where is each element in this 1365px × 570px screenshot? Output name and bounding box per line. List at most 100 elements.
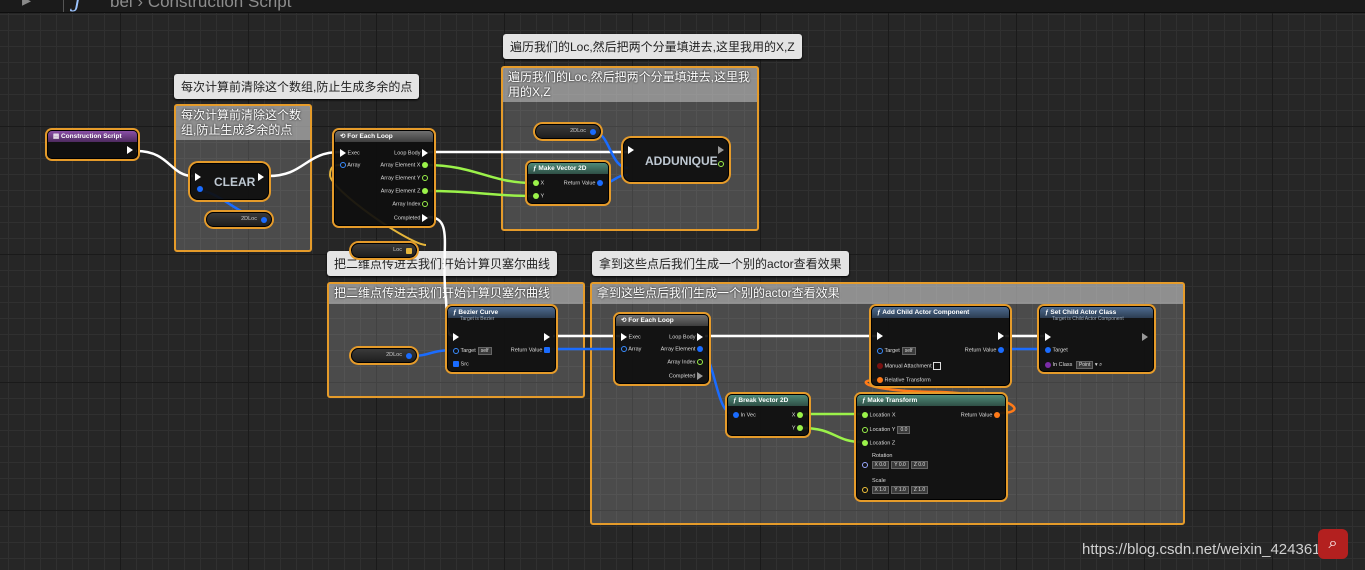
exec-out-pin[interactable] — [697, 372, 703, 380]
exec-out-pin[interactable] — [1142, 333, 1148, 341]
exec-out-pin[interactable] — [544, 333, 550, 341]
exec-out-pin[interactable] — [258, 173, 264, 181]
array-in-pin[interactable] — [340, 162, 346, 168]
float-out-pin[interactable] — [422, 162, 428, 168]
manual-attachment-checkbox[interactable] — [933, 362, 942, 370]
float-out-pin[interactable] — [422, 175, 428, 181]
location-y-input[interactable]: 0.0 — [897, 426, 911, 434]
vector-out-pin[interactable] — [697, 346, 703, 352]
float-out-pin[interactable] — [797, 425, 803, 431]
float-in-pin[interactable] — [862, 440, 868, 446]
vector-out-pin[interactable] — [406, 353, 412, 359]
array-out-pin[interactable] — [406, 248, 412, 254]
vector-out-pin[interactable] — [597, 180, 603, 186]
float-out-pin[interactable] — [422, 188, 428, 194]
exec-out-pin[interactable] — [422, 149, 428, 157]
rotation-z-input[interactable]: Z 0.0 — [910, 461, 929, 469]
variable-loc[interactable]: Loc — [351, 243, 417, 258]
node-add-child-actor-component[interactable]: ƒ Add Child Actor Component Target self R… — [871, 306, 1010, 386]
exec-in-pin[interactable] — [453, 333, 459, 341]
variable-2dloc[interactable]: 2DLoc — [206, 212, 272, 227]
node-break-vector-2d[interactable]: ƒ Break Vector 2D In Vec X Y — [727, 394, 809, 436]
pin-label: X — [540, 180, 545, 187]
target-value: self — [477, 347, 492, 355]
node-addunique[interactable]: ADDUNIQUE — [623, 138, 729, 182]
rotation-y-input[interactable]: Y 0.0 — [891, 461, 909, 469]
pin-label: Target — [460, 348, 476, 354]
scale-x-input[interactable]: X 1.0 — [871, 486, 890, 494]
float-out-pin[interactable] — [797, 412, 803, 418]
pin-label: Target — [1052, 347, 1068, 354]
int-out-pin[interactable] — [422, 201, 428, 207]
vector-in-pin[interactable] — [733, 412, 739, 418]
rotator-in-pin[interactable] — [862, 461, 868, 468]
bool-in-pin[interactable] — [877, 363, 883, 369]
int-out-pin[interactable] — [697, 359, 703, 365]
transform-in-pin[interactable] — [877, 377, 883, 383]
node-for-each-loop[interactable]: ⟲ For Each Loop Exec Array Loop Body Arr… — [334, 130, 434, 226]
exec-in-pin[interactable] — [877, 332, 883, 340]
axis-label: Y — [894, 462, 898, 468]
class-in-pin[interactable] — [1045, 361, 1051, 368]
scale-z-input[interactable]: Z 1.0 — [910, 486, 929, 494]
exec-in-pin[interactable] — [195, 173, 201, 181]
pin-label: Return Value — [960, 412, 993, 419]
node-construction-script[interactable]: ▤ Construction Script — [47, 130, 138, 159]
pin-label: Array — [347, 162, 361, 169]
node-for-each-loop[interactable]: ⟲ For Each Loop Exec Array Loop Body Arr… — [615, 314, 709, 384]
object-in-pin[interactable] — [877, 347, 883, 354]
exec-out-pin[interactable] — [697, 333, 703, 341]
vector-in-pin[interactable] — [862, 486, 868, 493]
node-clear[interactable]: CLEAR — [190, 163, 269, 200]
exec-in-pin[interactable] — [621, 333, 627, 341]
exec-wire — [135, 149, 194, 178]
exec-out-pin[interactable] — [127, 146, 133, 154]
exec-in-pin[interactable] — [628, 146, 634, 154]
exec-out-pin[interactable] — [422, 214, 428, 222]
in-class-select[interactable]: Point — [1075, 361, 1094, 369]
object-out-pin[interactable] — [998, 347, 1004, 353]
pin-label: Loop Body — [394, 150, 421, 157]
node-make-transform[interactable]: ƒ Make Transform Location X Return Value… — [856, 394, 1006, 500]
float-in-pin[interactable] — [533, 193, 539, 199]
pin-label: Scale — [872, 478, 886, 484]
browse-icon[interactable]: ⌕ — [1099, 362, 1102, 368]
array-in-pin[interactable] — [453, 361, 459, 367]
node-title: Add Child Actor Component — [882, 309, 970, 316]
vector-out-pin[interactable] — [261, 217, 267, 223]
int-out-pin[interactable] — [718, 161, 724, 167]
vector-out-pin[interactable] — [590, 129, 596, 135]
pin-label: Return Value — [563, 180, 596, 187]
search-icon[interactable]: ⌕ — [1318, 529, 1348, 559]
array-in-pin[interactable] — [621, 346, 627, 352]
variable-2dloc[interactable]: 2DLoc — [535, 124, 601, 139]
pin-label: In Class — [1052, 362, 1073, 368]
object-in-pin[interactable] — [453, 347, 459, 354]
float-in-pin[interactable] — [533, 180, 539, 186]
node-header: ƒ Break Vector 2D — [728, 395, 808, 406]
node-make-vector-2d[interactable]: ƒ Make Vector 2D X Y Return Value — [527, 162, 609, 204]
node-bezier-curve[interactable]: ƒ Bezier Curve Target is Bezier Target se… — [447, 306, 556, 372]
exec-in-pin[interactable] — [1045, 333, 1051, 341]
array-in-pin[interactable] — [197, 186, 203, 192]
pin-label: Y — [791, 425, 796, 432]
exec-out-pin[interactable] — [998, 332, 1004, 340]
float-in-pin[interactable] — [862, 426, 868, 433]
rotation-x-input[interactable]: X 0.0 — [871, 461, 890, 469]
pin-label: Relative Transform — [884, 377, 931, 384]
axis-label: X — [874, 487, 878, 493]
pin-label: Manual Attachment — [884, 363, 932, 370]
rotation-y-value: 0.0 — [898, 462, 906, 468]
exec-in-pin[interactable] — [340, 149, 346, 157]
object-in-pin[interactable] — [1045, 347, 1051, 353]
scale-y-input[interactable]: Y 1.0 — [891, 486, 909, 494]
node-set-child-actor-class[interactable]: ƒ Set Child Actor Class Target is Child … — [1039, 306, 1154, 372]
float-in-pin[interactable] — [862, 412, 868, 418]
chevron-down-icon[interactable]: ▾ — [1095, 362, 1098, 368]
pin-label: Location Z — [869, 440, 896, 447]
transform-out-pin[interactable] — [994, 412, 1000, 418]
exec-out-pin[interactable] — [718, 146, 724, 154]
rotation-z-value: 0.0 — [918, 462, 926, 468]
array-out-pin[interactable] — [544, 347, 550, 353]
variable-2dloc[interactable]: 2DLoc — [351, 348, 417, 363]
